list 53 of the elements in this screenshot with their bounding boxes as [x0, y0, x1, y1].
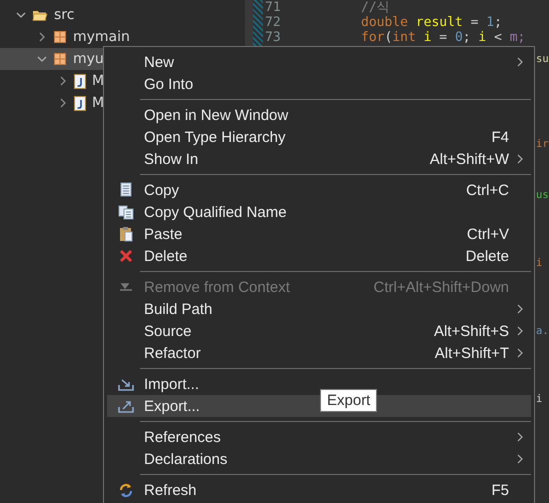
- code-line: //식: [361, 0, 390, 15]
- code-line: for(int i = 0; i < m;: [361, 30, 526, 45]
- shortcut-text: Ctrl+V: [466, 226, 509, 242]
- tree-item-label: myu: [73, 51, 104, 67]
- menu-item[interactable]: Copy Ctrl+C: [107, 179, 531, 201]
- shortcut-text: F4: [491, 128, 509, 146]
- menu-item[interactable]: Paste Ctrl+V: [107, 223, 531, 245]
- tree-item[interactable]: M: [92, 73, 104, 89]
- line-number: 73: [264, 30, 282, 45]
- menu-item[interactable]: Show In Alt+Shift+W: [107, 148, 531, 170]
- code-fragment: a.: [536, 324, 549, 339]
- code-line: double result = 1;: [361, 15, 502, 30]
- menu-item[interactable]: Delete Delete: [107, 245, 531, 267]
- menu-item[interactable]: Refresh F5: [107, 479, 531, 501]
- copy-documents-icon: [118, 204, 134, 220]
- tree-item[interactable]: M: [92, 95, 104, 111]
- shortcut-text: Delete: [466, 248, 509, 264]
- line-number: 71: [264, 0, 282, 15]
- shortcut-text: Alt+Shift+T: [434, 344, 509, 362]
- shortcut-text: Ctrl+Alt+Shift+Down: [374, 278, 509, 296]
- menu-item[interactable]: Go Into: [107, 73, 531, 95]
- code-fragment: ir: [536, 137, 549, 152]
- tree-item[interactable]: src: [54, 7, 74, 23]
- refresh-icon: [118, 482, 134, 498]
- shortcut-text: Alt+Shift+S: [434, 322, 509, 340]
- tooltip: Export: [320, 389, 378, 412]
- code-fragment: i: [536, 392, 542, 407]
- menu-item[interactable]: Declarations: [107, 448, 531, 470]
- java-file-icon: [74, 74, 86, 88]
- java-file-icon: [74, 96, 86, 110]
- delete-icon: [118, 248, 134, 264]
- menu-item[interactable]: Source Alt+Shift+S: [107, 320, 531, 342]
- menu-item[interactable]: Open in New Window: [107, 104, 531, 126]
- shortcut-text: Alt+Shift+W: [430, 150, 509, 168]
- package-icon: [53, 30, 67, 44]
- menu-item[interactable]: References: [107, 426, 531, 448]
- paste-icon: [118, 226, 134, 242]
- menu-item[interactable]: Refactor Alt+Shift+T: [107, 342, 531, 364]
- copy-icon: [118, 182, 134, 198]
- menu-item[interactable]: Copy Qualified Name: [107, 201, 531, 223]
- folder-icon: [32, 8, 48, 22]
- code-fragment: us: [536, 188, 549, 203]
- package-icon: [53, 52, 67, 66]
- menu-item[interactable]: Open Type Hierarchy F4: [107, 126, 531, 148]
- line-number: 72: [264, 15, 282, 30]
- tree-item[interactable]: mymain: [73, 29, 130, 45]
- menu-item[interactable]: Build Path: [107, 298, 531, 320]
- shortcut-text: Ctrl+C: [466, 182, 509, 198]
- code-fragment: i: [536, 256, 542, 271]
- code-fragment: su: [536, 52, 549, 67]
- tree-item[interactable]: myu: [0, 48, 105, 70]
- menu-item[interactable]: New: [107, 51, 531, 73]
- shortcut-text: F5: [491, 482, 509, 498]
